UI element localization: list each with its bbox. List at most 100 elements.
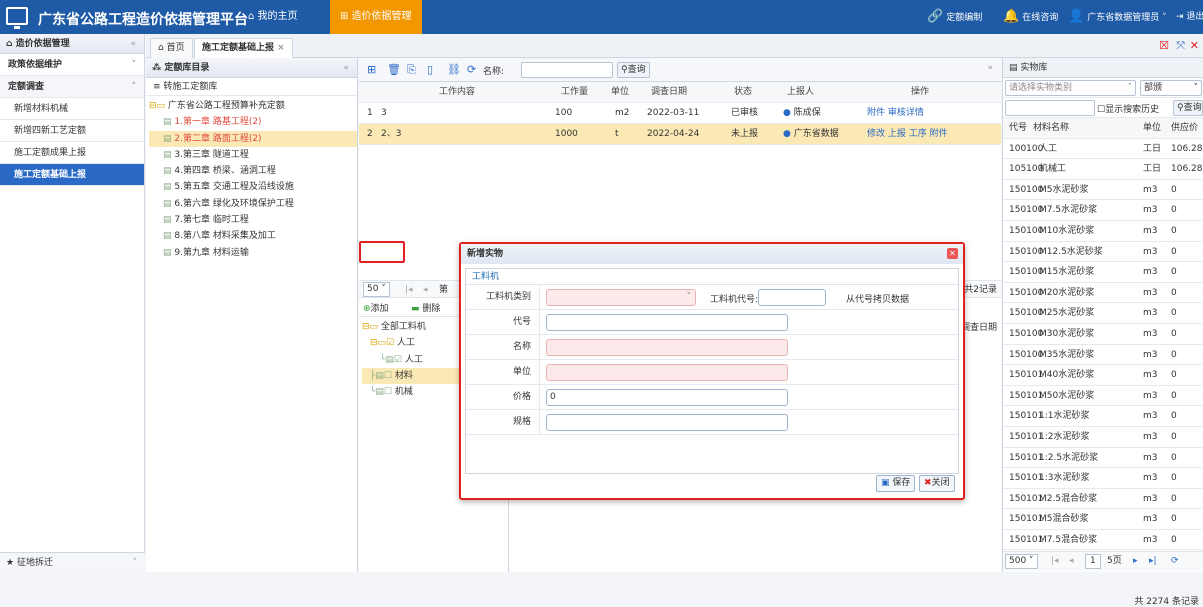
file-icon: ▤ [163,117,175,128]
table-row[interactable]: 2 2、3 1000 t 2022-04-24 未上报 ● 广东省数据 修改 上… [359,124,1001,145]
expand-icon[interactable]: » [987,63,993,73]
page-input[interactable]: 1 [1085,554,1101,569]
library-row[interactable]: 150101 1:3水泥砂浆 m3 0 [1003,468,1203,489]
delete-button[interactable]: ▬ 删除 [411,301,440,314]
star-icon: ★ [6,558,17,568]
library-row[interactable]: 150100 M35水泥砂浆 m3 0 [1003,345,1203,366]
sidebar-item-new-process[interactable]: 新增四新工艺定额 [0,120,144,142]
sidebar-item-survey[interactable]: 定额调查 ˄ [0,76,144,98]
nav-cost-basis[interactable]: ⊞ 造价依据管理 [330,0,422,34]
tree-node[interactable]: ▤ 1.第一章 路基工程(2) [149,114,357,130]
price-field[interactable]: 0 [546,389,788,406]
library-row[interactable]: 150100 M5水泥砂浆 m3 0 [1003,180,1203,201]
nav-home[interactable]: ⌂ 我的主页 [238,0,308,34]
file-icon[interactable]: ▯ [427,63,433,76]
name-field[interactable] [546,339,788,356]
sidebar-item-policy[interactable]: 政策依据维护 ˅ [0,54,144,76]
library-row[interactable]: 150100 M15水泥砂浆 m3 0 [1003,262,1203,283]
name-search-input[interactable] [521,62,613,78]
next-page-icon[interactable]: ▸ [1133,552,1138,570]
add-icon: ⊕ [363,304,371,314]
close-icon[interactable]: ✕ [1190,39,1199,52]
library-row[interactable]: 150101 M50水泥砂浆 m3 0 [1003,386,1203,407]
first-page-icon[interactable]: |◂ [1051,552,1059,570]
library-row[interactable]: 150100 M30水泥砂浆 m3 0 [1003,324,1203,345]
library-row[interactable]: 150100 M12.5水泥砂浆 m3 0 [1003,242,1203,263]
library-row[interactable]: 150101 M2.5混合砂浆 m3 0 [1003,489,1203,510]
tree-root[interactable]: ⊟▭ 广东省公路工程预算补充定额 [149,98,357,114]
first-page-icon[interactable]: |◂ [405,281,413,299]
library-row[interactable]: 150100 M25水泥砂浆 m3 0 [1003,303,1203,324]
prev-page-icon[interactable]: ◂ [1069,552,1074,570]
library-header-row: 代号 材料名称 单位 供应价 [1003,118,1203,139]
tab-home[interactable]: ⌂ 首页 [150,38,193,58]
tree-node[interactable]: ▤ 2.第二章 路面工程(2) [149,130,357,147]
row-actions[interactable]: 修改 上报 工序 附件 [867,124,948,145]
library-row[interactable]: 100100 人工 工日 106.28 [1003,139,1203,160]
sidebar-item-result-report[interactable]: 施工定额成果上报 [0,142,144,164]
tree-node[interactable]: ▤ 7.第七章 临时工程 [149,212,357,228]
close-icon[interactable]: ✕ [947,248,958,259]
library-row[interactable]: 150101 M40水泥砂浆 m3 0 [1003,365,1203,386]
row-actions[interactable]: 附件 审核详情 [867,103,924,124]
library-row[interactable]: 105100 机械工 工日 106.28 [1003,159,1203,180]
file-icon: ▤ [163,149,175,160]
library-row[interactable]: 150101 1:1水泥砂浆 m3 0 [1003,406,1203,427]
close-button[interactable]: ✖关闭 [919,475,955,492]
sidebar-item-land[interactable]: ★ 征地拆迁 ˅ [0,552,145,572]
refresh-icon[interactable]: ⟳ [467,63,476,76]
tab-basic-report[interactable]: 施工定额基础上报 × [194,38,293,58]
library-row[interactable]: 150100 M10水泥砂浆 m3 0 [1003,221,1203,242]
library-row[interactable]: 150100 M7.5水泥砂浆 m3 0 [1003,200,1203,221]
save-button[interactable]: ▣ 保存 [876,475,916,492]
add-icon[interactable]: ⊞ [367,63,376,76]
copy-from-code-link[interactable]: 从代号拷贝数据 [846,292,909,305]
close-icon[interactable]: × [277,43,285,53]
library-query-button[interactable]: ⚲查询 [1173,100,1203,116]
history-checkbox[interactable]: ☐显示搜索历史 [1097,102,1159,115]
unit-field[interactable] [546,364,788,381]
tree-node[interactable]: ▤ 8.第八章 材料采集及加工 [149,228,357,244]
table-row[interactable]: 1 3 100 m2 2022-03-11 已审核 ● 陈成保 附件 审核详情 [359,103,1001,124]
page-size-select[interactable]: 500 ˅ [1005,554,1038,569]
last-page-icon[interactable]: ▸| [1149,552,1157,570]
collapse-icon[interactable]: « [130,34,136,54]
tree-node[interactable]: ▤ 4.第四章 桥梁、涵洞工程 [149,163,357,179]
prev-page-icon[interactable]: ◂ [423,281,428,299]
tree-node[interactable]: ▤ 3.第三章 隧道工程 [149,147,357,163]
delete-icon[interactable]: 🗑 [387,63,401,76]
type-select[interactable]: 请选择实物类别 ˅ [1005,80,1136,96]
query-button[interactable]: ⚲查询 [617,62,650,78]
resource-code-input[interactable] [758,289,826,306]
code-field[interactable] [546,314,788,331]
page-size-select[interactable]: 50 ˅ [363,282,390,297]
library-row[interactable]: 150101 1:2水泥砂浆 m3 0 [1003,427,1203,448]
library-row[interactable]: 150101 M7.5混合砂浆 m3 0 [1003,530,1203,551]
dept-select[interactable]: 部颁 ˅ [1140,80,1202,96]
link-icon[interactable]: ⛓ [447,63,461,76]
copy-icon[interactable]: ⎘ [407,63,416,77]
tree-node[interactable]: ▤ 5.第五章 交通工程及沿线设施 [149,179,357,195]
library-rows: 100100 人工 工日 106.28 105100 机械工 工日 106.28 150100 M… [1003,139,1203,551]
tree-node[interactable]: ▤ 9.第九章 材料运输 [149,245,357,261]
chevron-down-icon: ˅ [1127,83,1133,93]
library-row[interactable]: 150101 M5混合砂浆 m3 0 [1003,509,1203,530]
logout-link[interactable]: ⇥ 退出 [1176,0,1203,34]
refresh-icon[interactable]: ⟳ [1171,552,1179,570]
collapse-icon[interactable]: « [343,58,349,78]
online-consult-link[interactable]: 🔔 在线咨询 [1003,0,1058,34]
sidebar-item-basic-report[interactable]: 施工定额基础上报 [0,164,144,186]
fullscreen-icon[interactable]: ⤧ [1176,39,1185,53]
quota-edit-link[interactable]: 🔗 定额编制 [927,0,982,34]
user-menu[interactable]: 👤 广东省数据管理员 ˅ [1068,0,1167,34]
spec-field[interactable] [546,414,788,431]
library-search-input[interactable] [1005,100,1095,116]
library-row[interactable]: 150100 M20水泥砂浆 m3 0 [1003,283,1203,304]
resource-type-select[interactable]: ˅ [546,289,696,306]
library-row[interactable]: 150101 1:2.5水泥砂浆 m3 0 [1003,448,1203,469]
add-button[interactable]: ⊕添加 [363,301,389,314]
transfer-button[interactable]: ≡ 转施工定额库 [146,78,357,96]
sidebar-item-new-material[interactable]: 新增材料机械 [0,98,144,120]
tree-node[interactable]: ▤ 6.第六章 绿化及环境保护工程 [149,196,357,212]
close-tabs-icon[interactable]: ☒ [1159,39,1169,52]
